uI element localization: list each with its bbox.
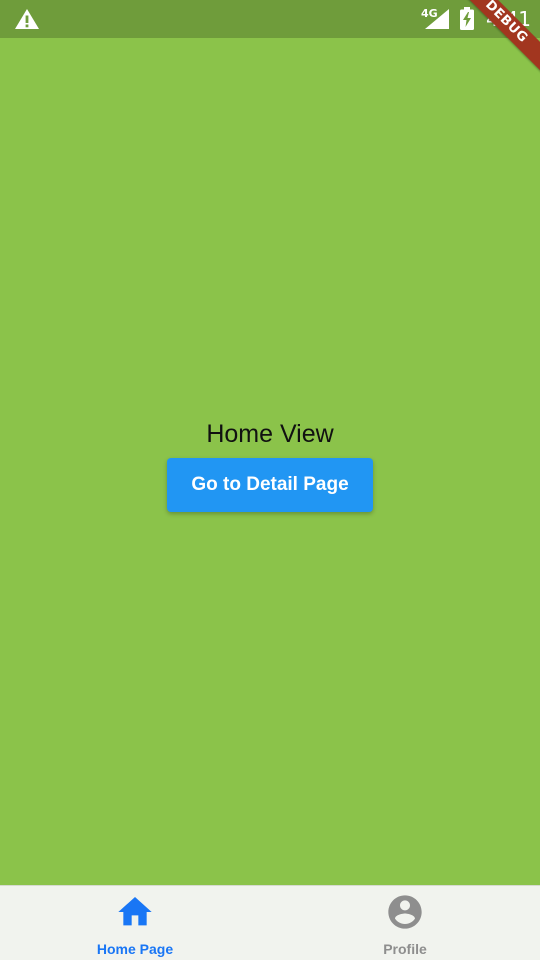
status-bar: 4G 4:41	[0, 0, 540, 38]
battery-charging-icon	[460, 7, 474, 30]
account-circle-icon	[388, 895, 422, 929]
page-title: Home View	[206, 419, 334, 448]
go-to-detail-button[interactable]: Go to Detail Page	[167, 457, 373, 512]
nav-item-label: Home Page	[96, 941, 174, 957]
nav-item-profile[interactable]: Profile	[270, 886, 540, 960]
nav-item-home[interactable]: Home Page	[0, 886, 270, 960]
app-screen: 4G 4:41 DEBUG Home View Go to Detail Pag…	[0, 0, 540, 960]
nav-item-label: Profile	[383, 941, 427, 957]
home-view-content: Home View Go to Detail Page	[0, 38, 540, 885]
home-icon	[118, 897, 152, 926]
cell-signal-icon	[425, 9, 449, 29]
warning-icon	[15, 9, 39, 29]
bottom-navigation-bar: Home Page Profile	[0, 885, 540, 960]
